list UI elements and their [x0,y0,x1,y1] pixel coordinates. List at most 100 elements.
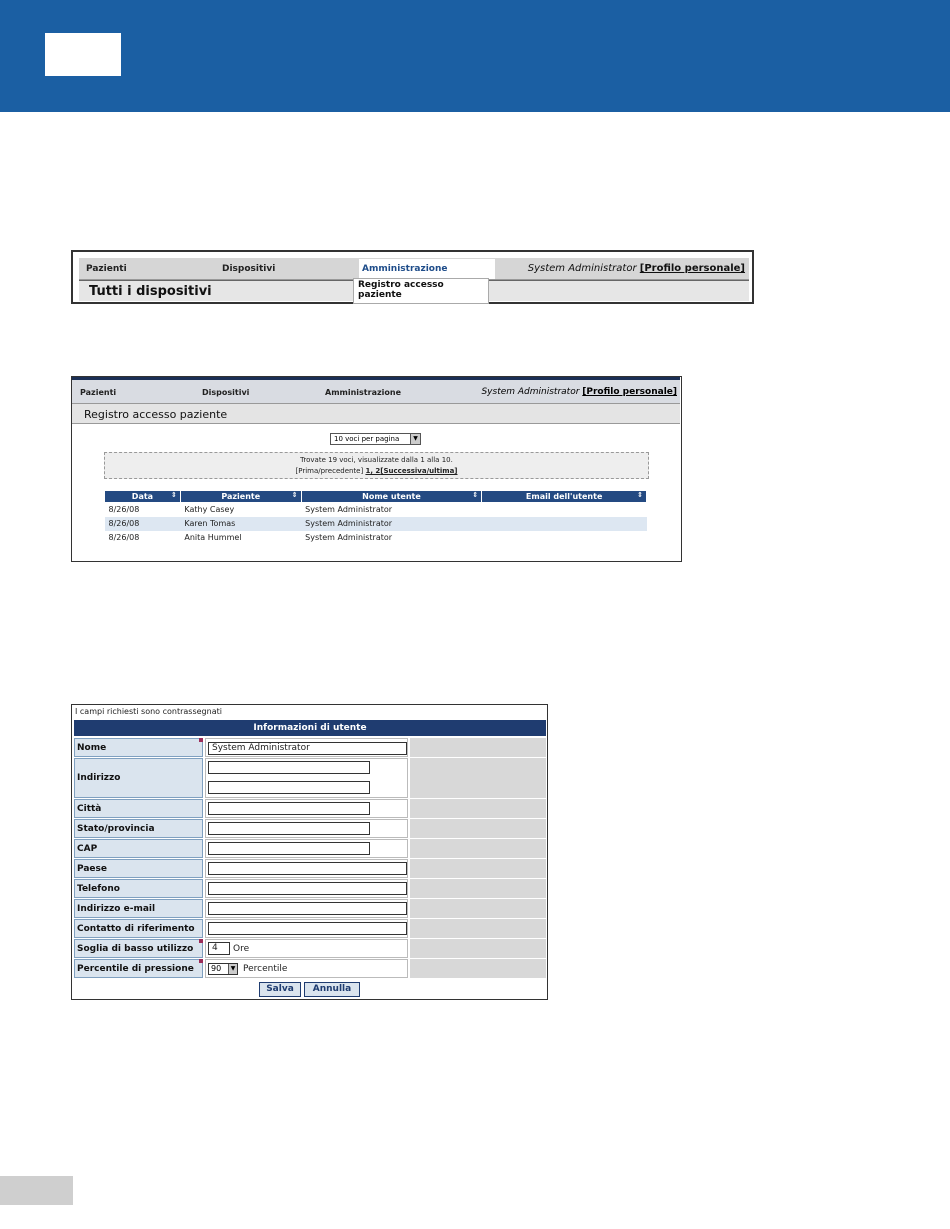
citta-input[interactable] [208,802,370,815]
required-marker [199,738,203,742]
label-cap: CAP [74,839,203,858]
page-number-tab [0,1176,73,1205]
column-header-data[interactable]: Data ⇕ [104,490,181,503]
save-button[interactable]: Salva [259,982,301,997]
label-contatto: Contatto di riferimento [74,919,203,938]
chevron-down-icon: ▼ [228,964,237,974]
contatto-input[interactable] [208,922,407,935]
pagination-info: Trovate 19 voci, visualizzate dalla 1 al… [104,452,649,479]
profile-link[interactable]: [Profilo personale] [640,263,745,274]
percentile-unit: Percentile [243,964,288,974]
cell-email [481,516,647,531]
row-citta: Città [74,799,546,818]
label-percentile: Percentile di pressione [74,959,203,978]
logo-placeholder [45,33,121,76]
indirizzo-input-1[interactable] [208,761,370,774]
tab-amministrazione[interactable]: Amministrazione [325,388,401,397]
email-input[interactable] [208,902,407,915]
table-row: 8/26/08 Anita Hummel System Administrato… [105,531,647,545]
label-stato: Stato/provincia [74,819,203,838]
tab-dispositivi[interactable]: Dispositivi [202,388,249,397]
cell-email [482,531,647,545]
row-soglia: Soglia di basso utilizzo 4 Ore [74,939,546,958]
row-email: Indirizzo e-mail [74,899,546,918]
column-header-email[interactable]: Email dell'utente ⇕ [481,490,647,503]
label-paese: Paese [74,859,203,878]
sort-icon: ⇕ [637,491,643,499]
screenshot-access-log: Pazienti Dispositivi Amministrazione Sys… [71,376,682,562]
next-last-link[interactable]: [Successiva/ultima] [380,467,457,475]
header-banner [0,0,950,112]
table-row: 8/26/08 Karen Tomas System Administrator [104,516,647,531]
screenshot-menu: Pazienti Dispositivi Amministrazione Sys… [71,250,754,304]
percentile-value: 90 [211,964,222,973]
nome-input[interactable]: System Administrator [208,742,407,755]
row-telefono: Telefono [74,879,546,898]
nav-bar: Pazienti Dispositivi Amministrazione Sys… [72,377,680,403]
label-citta: Città [74,799,203,818]
table-row: 8/26/08 Kathy Casey System Administrator [105,503,647,517]
row-nome: Nome System Administrator [74,738,546,757]
indirizzo-input-2[interactable] [208,781,370,794]
label-nome: Nome [74,738,203,757]
cell-email [482,503,647,517]
cell-data: 8/26/08 [108,505,140,515]
user-name: System Administrator [481,387,580,397]
per-page-value: 10 voci per pagina [334,435,400,443]
profile-link[interactable]: [Profilo personale] [582,387,677,397]
access-log-table: Data ⇕ Paziente ⇕ Nome utente ⇕ Email dell'… [104,490,647,545]
pagination-links: [Prima/precedente] 1, 2[Successiva/ultim… [105,466,648,477]
page-title: Tutti i dispositivi [89,284,212,299]
label-indirizzo: Indirizzo [74,758,203,798]
required-note: I campi richiesti sono contrassegnati [75,707,222,716]
user-info: System Administrator [Profilo personale] [481,387,677,397]
tab-amministrazione[interactable]: Amministrazione [362,264,448,274]
cell-data: 8/26/08 [104,516,181,531]
cell-nome-utente: System Administrator [305,533,393,542]
paese-input[interactable] [208,862,407,875]
first-prev-link[interactable]: [Prima/precedente] [296,467,364,475]
cancel-button[interactable]: Annulla [304,982,360,997]
cell-nome-utente: System Administrator [305,505,393,515]
column-header-nome-utente[interactable]: Nome utente ⇕ [300,490,483,503]
label-email: Indirizzo e-mail [74,899,203,918]
menu-item-registro[interactable]: Registro accesso paziente [353,278,489,304]
row-stato: Stato/provincia [74,819,546,838]
cell-paziente: Kathy Casey [184,505,235,515]
cell-nome-utente: System Administrator [301,516,482,531]
tab-pazienti[interactable]: Pazienti [80,388,116,397]
row-contatto: Contatto di riferimento [74,919,546,938]
chevron-down-icon: ▼ [410,434,420,444]
row-indirizzo: Indirizzo [74,758,546,798]
cell-data: 8/26/08 [108,533,140,542]
tab-dispositivi[interactable]: Dispositivi [222,264,275,274]
user-name: System Administrator [527,263,637,274]
nav-bar: Pazienti Dispositivi Amministrazione Sys… [79,258,749,280]
percentile-select[interactable]: 90 ▼ [208,963,238,975]
cell-paziente: Anita Hummel [184,533,242,542]
stato-input[interactable] [208,822,370,835]
page-numbers[interactable]: 1, 2 [365,467,380,475]
cell-paziente: Karen Tomas [180,516,302,531]
cap-input[interactable] [208,842,370,855]
soglia-input[interactable]: 4 [208,942,230,955]
tab-pazienti[interactable]: Pazienti [86,264,127,274]
user-info: System Administrator [Profilo personale] [528,263,745,274]
telefono-input[interactable] [208,882,407,895]
label-telefono: Telefono [74,879,203,898]
sort-icon: ⇕ [291,491,298,499]
row-cap: CAP [74,839,546,858]
required-marker [199,959,203,963]
soglia-unit: Ore [233,944,250,954]
section-title: Informazioni di utente [74,720,546,736]
screenshot-user-form: I campi richiesti sono contrassegnati In… [71,704,548,1000]
column-header-paziente[interactable]: Paziente ⇕ [179,490,302,503]
label-soglia: Soglia di basso utilizzo [74,939,203,958]
row-percentile: Percentile di pressione 90 ▼ Percentile [74,959,546,978]
per-page-select[interactable]: 10 voci per pagina ▼ [330,433,421,445]
results-count: Trovate 19 voci, visualizzate dalla 1 al… [300,456,453,464]
title-bar: Registro accesso paziente [72,403,680,424]
sort-icon: ⇕ [472,491,479,499]
page-title: Registro accesso paziente [84,408,228,421]
sort-icon: ⇕ [171,491,177,499]
